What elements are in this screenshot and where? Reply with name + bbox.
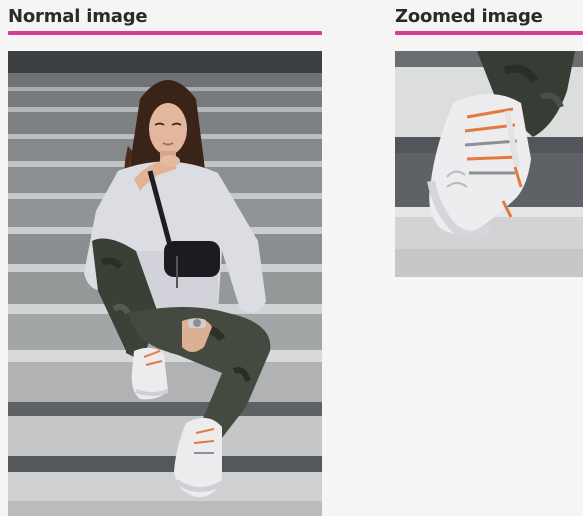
normal-photo-illustration [8,51,322,516]
normal-title-underline [8,31,322,35]
zoomed-photo-illustration [395,51,583,277]
image-zoom-demo: Normal image Zoomed image [0,0,583,516]
normal-image[interactable] [8,51,322,516]
zoomed-title-underline [395,31,583,35]
zoomed-image [395,51,583,277]
zoomed-image-title: Zoomed image [395,6,543,27]
normal-image-title: Normal image [8,6,148,27]
